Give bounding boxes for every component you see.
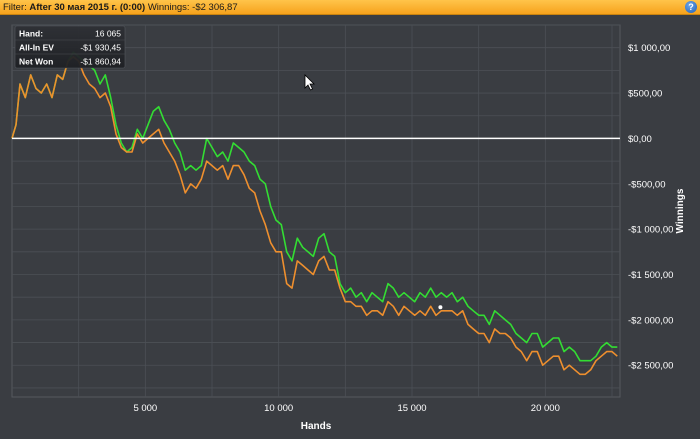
filter-label: Filter:	[3, 2, 27, 13]
x-tick-label: 10 000	[264, 403, 293, 414]
winnings-value: -$2 306,87	[192, 2, 238, 13]
winnings-chart[interactable]: $1 000,00 $500,00 $0,00 -$500,00 -$1 000,00 -…	[0, 15, 700, 439]
hover-marker	[438, 305, 443, 310]
x-tick-label: 20 000	[531, 403, 560, 414]
y-tick-label: -$500,00	[628, 179, 666, 190]
tooltip-label: Net Won	[19, 57, 53, 67]
question-icon[interactable]: ?	[685, 1, 697, 13]
y-tick-label: -$2 500,00	[628, 361, 673, 372]
y-tick-label: $1 000,00	[628, 43, 670, 54]
y-tick-label: $500,00	[628, 89, 662, 100]
tooltip-value: 16 065	[95, 29, 121, 39]
y-axis-ticks: $1 000,00 $500,00 $0,00 -$500,00 -$1 000,00 -…	[628, 43, 673, 372]
y-tick-label: -$2 000,00	[628, 315, 673, 326]
tooltip-label: Hand:	[19, 29, 43, 39]
x-tick-label: 15 000	[397, 403, 426, 414]
tooltip-value: -$1 930,45	[80, 43, 121, 53]
x-axis-ticks: 5 000 10 000 15 000 20 000	[133, 403, 559, 414]
hover-tooltip: Hand: 16 065 All-In EV -$1 930,45 Net Won -$1…	[14, 25, 126, 69]
y-tick-label: -$1 500,00	[628, 270, 673, 281]
tooltip-label: All-In EV	[19, 43, 54, 53]
plot-area[interactable]	[11, 24, 621, 398]
y-axis-label: Winnings	[675, 188, 686, 233]
filter-value[interactable]: After 30 мая 2015 г. (0:00)	[29, 2, 145, 13]
chart-panel: $1 000,00 $500,00 $0,00 -$500,00 -$1 000,00 -…	[0, 15, 700, 439]
x-axis-label: Hands	[301, 421, 332, 432]
hover-point	[438, 305, 443, 310]
y-tick-label: $0,00	[628, 134, 652, 145]
winnings-label: Winnings:	[147, 2, 190, 13]
filter-bar: Filter: After 30 мая 2015 г. (0:00) Winn…	[0, 0, 700, 15]
y-tick-label: -$1 000,00	[628, 225, 673, 236]
tooltip-value: -$1 860,94	[80, 57, 121, 67]
x-tick-label: 5 000	[133, 403, 157, 414]
